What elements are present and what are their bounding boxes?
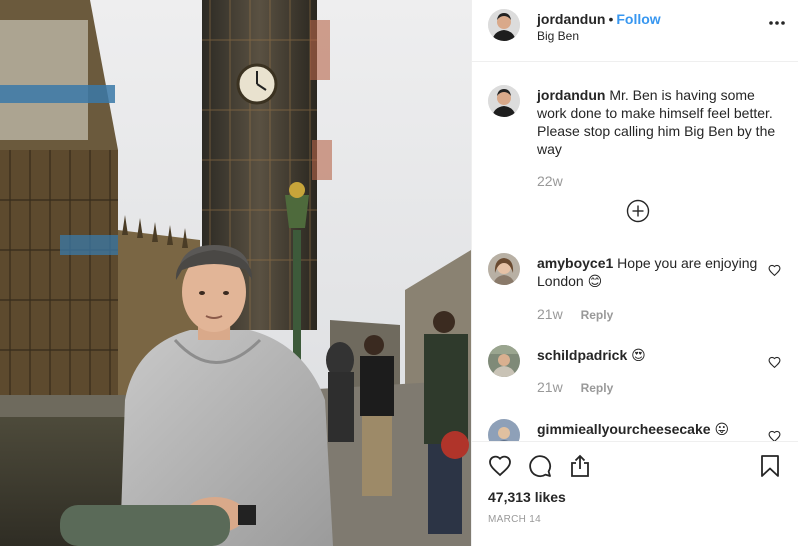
photo-big-ben-man [0,0,471,546]
comment-username[interactable]: gimmieallyourcheesecake [537,421,711,437]
reply-button[interactable]: Reply [581,381,614,395]
comment-age[interactable]: 21w [537,379,563,395]
caption-username[interactable]: jordandun [537,87,605,103]
comment-meta: 21w Reply [537,379,613,395]
avatar[interactable] [488,345,520,377]
caption-age[interactable]: 22w [537,173,563,189]
avatar-image [488,253,520,285]
bookmark-icon[interactable] [758,454,782,478]
header-username[interactable]: jordandun [537,11,605,27]
reply-button[interactable]: Reply [581,308,614,322]
avatar[interactable] [488,85,520,117]
avatar[interactable] [488,419,520,441]
location-link[interactable]: Big Ben [537,29,579,43]
likes-count[interactable]: 47,313 likes [488,489,566,505]
comment-text: gimmieallyourcheesecake 😛 [537,420,777,438]
post-header: jordandun • Follow Big Ben [472,0,798,62]
comment-username[interactable]: amyboyce1 [537,255,613,271]
avatar[interactable] [488,9,520,41]
separator-dot: • [608,11,614,27]
comment-text: schildpadrick 😍 [537,346,777,364]
instagram-post: jordandun • Follow Big Ben jordandun Mr.… [0,0,798,546]
avatar[interactable] [488,253,520,285]
comment-age[interactable]: 21w [537,306,563,322]
heart-icon[interactable] [768,264,781,277]
comment-body: 😍 [631,347,646,363]
share-icon[interactable] [568,454,592,478]
plus-circle-icon[interactable] [626,199,650,223]
avatar-image [488,85,520,117]
header-user-line: jordandun • Follow [537,11,661,27]
comment-text: amyboyce1 Hope you are enjoying London 😊 [537,254,777,290]
post-side-panel: jordandun • Follow Big Ben jordandun Mr.… [471,0,798,546]
heart-icon[interactable] [768,430,781,441]
caption-text: jordandun Mr. Ben is having some work do… [537,86,777,158]
more-options-icon[interactable] [767,13,787,33]
follow-button[interactable]: Follow [616,11,660,27]
comment-body: 😛 [714,421,730,437]
avatar-image [488,9,520,41]
post-actions: 47,313 likes MARCH 14 [472,441,798,546]
post-date[interactable]: MARCH 14 [488,514,541,525]
post-photo[interactable] [0,0,471,546]
avatar-image [488,419,520,441]
avatar-image [488,345,520,377]
comment-icon[interactable] [528,454,552,478]
comment-username[interactable]: schildpadrick [537,347,627,363]
comment-meta: 21w Reply [537,306,613,322]
comments-list[interactable]: jordandun Mr. Ben is having some work do… [472,63,798,441]
heart-icon[interactable] [488,454,512,478]
heart-icon[interactable] [768,356,781,369]
